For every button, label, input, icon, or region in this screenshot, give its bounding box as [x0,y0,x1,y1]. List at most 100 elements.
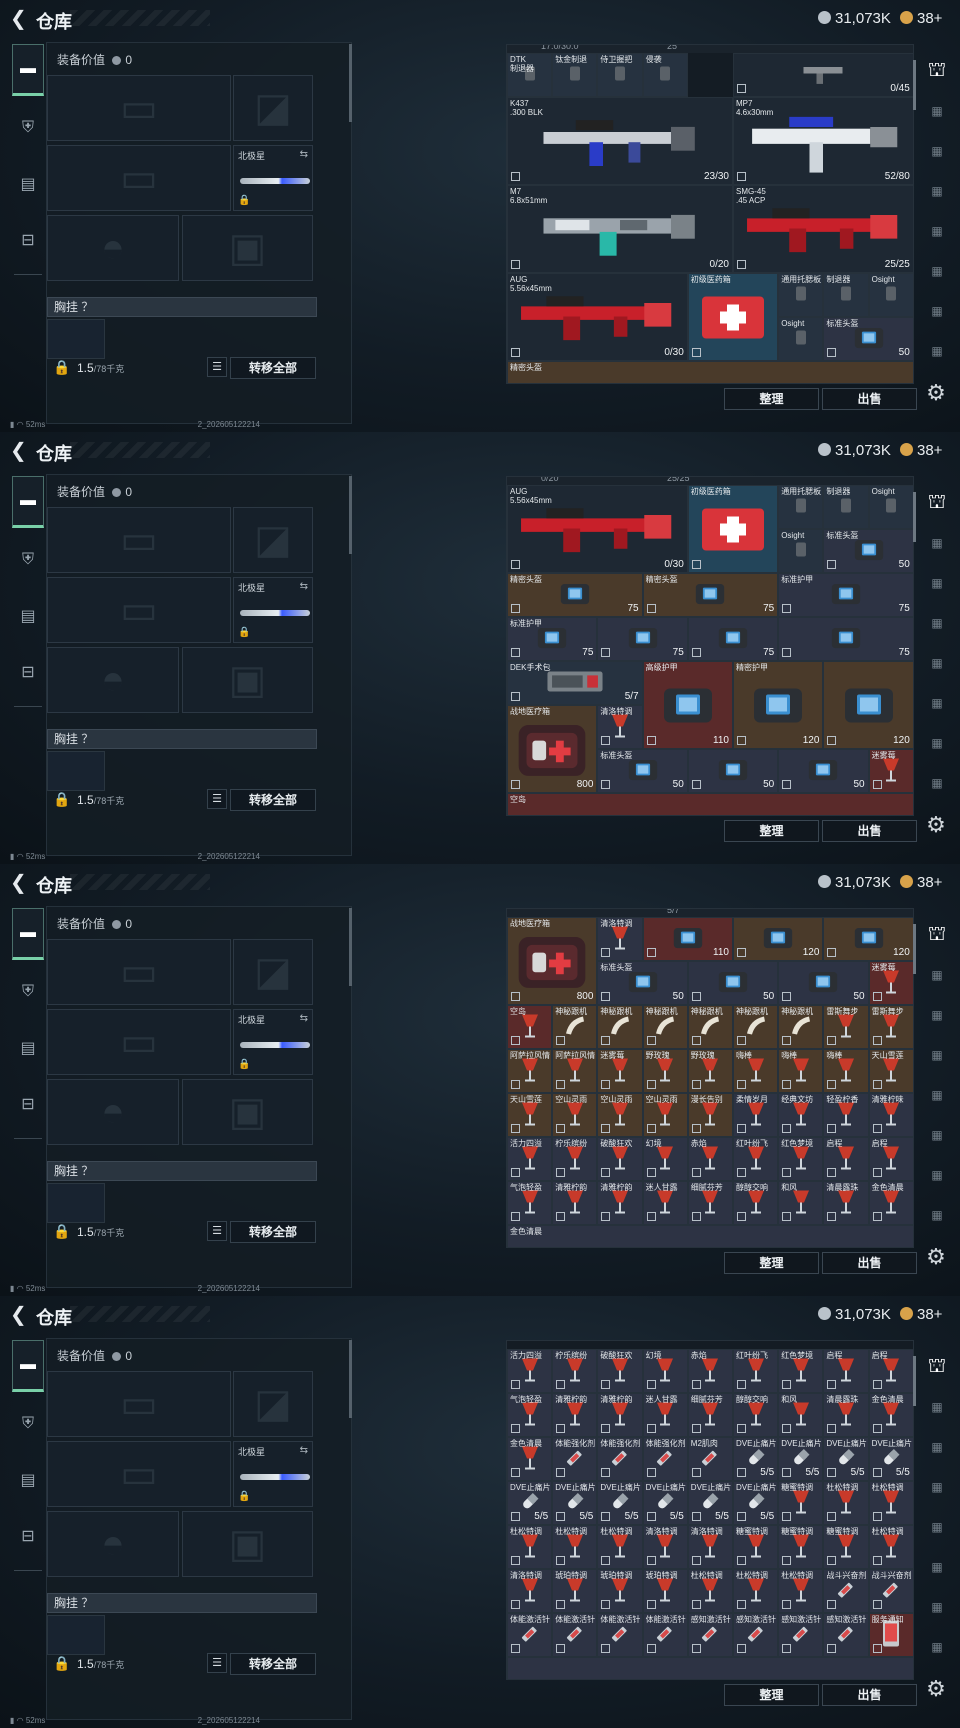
inventory-item[interactable]: 醇醇交响 [733,1393,779,1437]
inventory-item[interactable]: MP7 4.6x30mm 52/80 [733,97,913,185]
warehouse-scrollbar[interactable] [913,60,916,110]
move-all-button[interactable]: 转移全部 [230,357,316,379]
inventory-item[interactable]: 初级医药箱 [687,485,779,573]
inventory-item[interactable]: 活力四溢 [507,1137,553,1181]
inventory-item[interactable]: 标准头盔 50 [823,529,913,573]
inventory-item[interactable]: 120 [823,661,913,749]
chest-rig-header[interactable]: 胸挂 ？ [47,1161,317,1181]
chest-rig-header[interactable]: 胸挂 ？ [47,729,317,749]
tab-storage-3[interactable]: ▦ [921,606,953,640]
inventory-item[interactable]: 和风 [778,1393,824,1437]
inventory-item[interactable]: 琥珀特调 [642,1569,688,1613]
warehouse-scrollbar[interactable] [913,1356,916,1406]
inventory-item[interactable]: 杜松特调 [687,1569,733,1613]
inventory-item[interactable]: 杜松特调 [778,1569,824,1613]
inventory-item[interactable]: 野玫瑰 [687,1049,733,1093]
inventory-item[interactable]: 制退器 [823,485,869,529]
inventory-item[interactable]: 标准护甲 75 [507,617,598,661]
inventory-item[interactable]: 清雅柠味 [868,1093,913,1137]
inventory-item[interactable]: 75 [687,617,779,661]
inventory-item[interactable]: 红叶纷飞 [733,1137,779,1181]
inventory-item[interactable]: AUG 5.56x45mm 0/30 [507,485,688,573]
secondary-weapon-slot[interactable]: ▭ [47,1009,231,1075]
inventory-item[interactable]: 嗨棒 [778,1049,824,1093]
tab-storage-1[interactable]: ▦ [921,526,953,560]
inventory-item[interactable]: 75 [597,617,688,661]
helmet-slot[interactable]: ◓ [47,647,179,713]
inventory-item[interactable]: DVE止痛片 5/5 [733,1437,779,1481]
inventory-item[interactable]: 侍卫握把 [597,53,643,97]
melee-slot[interactable]: 北极星 ⇆ 🔒 [233,145,313,211]
tab-weapons[interactable]: ▬ [12,908,44,960]
warehouse-scrollbar[interactable] [913,924,916,974]
inventory-item[interactable]: 0/45 [733,53,913,97]
inventory-item[interactable]: 感知激活针 [733,1613,779,1657]
tab-storage-7[interactable]: ▦ [921,334,953,368]
inventory-item[interactable]: 琥珀特调 [597,1569,643,1613]
inventory-item[interactable]: DVE止痛片 5/5 [778,1437,824,1481]
tab-storage-2[interactable]: ▦ [921,566,953,600]
tab-storage-6[interactable]: ▦ [921,294,953,328]
inventory-item[interactable]: 50 [778,749,869,793]
inventory-item[interactable]: 清晨露珠 [823,1181,869,1225]
tab-storage-2[interactable]: ▦ [921,134,953,168]
tab-armor[interactable]: ⛨ [12,102,44,154]
inventory-item[interactable] [507,1657,913,1679]
chest-rig-header[interactable]: 胸挂 ？ [47,297,317,317]
inventory-item[interactable]: 清洛特调 [507,1569,553,1613]
back-arrow-icon[interactable]: ❮ [10,873,30,893]
swap-icon[interactable]: ⇆ [300,581,308,592]
inventory-item[interactable]: 空岛 [507,793,913,815]
inventory-item[interactable]: 神秘跟机 [687,1005,733,1049]
inventory-item[interactable]: 体能激活针 [552,1613,598,1657]
tab-storage-7[interactable]: ▦ [921,766,953,800]
inventory-item[interactable]: 高级护甲 110 [642,661,733,749]
inventory-item[interactable]: 清雅柠韵 [552,1393,598,1437]
inventory-item[interactable]: 清洛特调 [597,705,643,749]
tab-warehouse[interactable]: ⛫ [921,54,953,88]
inventory-item[interactable]: 体能强化剂 [552,1437,598,1481]
inventory-item[interactable]: 钛金制退 [552,53,598,97]
inventory-item[interactable]: 幻境 [642,1137,688,1181]
inventory-item[interactable]: 醇醇交响 [733,1181,779,1225]
inventory-item[interactable]: 阿萨拉风情 [552,1049,598,1093]
inventory-item[interactable]: 嗨棒 [823,1049,869,1093]
inventory-item[interactable]: 赤焰 [687,1349,733,1393]
move-all-button[interactable]: 转移全部 [230,789,316,811]
equipment-scrollbar[interactable] [349,476,352,554]
inventory-item[interactable]: 赤焰 [687,1137,733,1181]
inventory-item[interactable]: 清洛特调 [597,917,643,961]
inventory-item[interactable]: 标准护甲 75 [778,573,913,617]
inventory-item[interactable]: 感知激活针 [823,1613,869,1657]
inventory-item[interactable]: 神秘跟机 [642,1005,688,1049]
back-arrow-icon[interactable]: ❮ [10,441,30,461]
melee-slot[interactable]: 北极星 ⇆ 🔒 [233,1009,313,1075]
inventory-item[interactable]: 体能激活针 [642,1613,688,1657]
tab-storage-3[interactable]: ▦ [921,1470,953,1504]
inventory-item[interactable]: 杜松特调 [507,1525,553,1569]
inventory-item[interactable]: 杜松特调 [868,1525,913,1569]
inventory-item[interactable]: DVE止痛片 5/5 [507,1481,553,1525]
pistol-slot[interactable]: ◪ [233,75,313,141]
inventory-item[interactable]: Osight [868,273,913,317]
inventory-item[interactable]: 漫长告别 [687,1093,733,1137]
inventory-item[interactable]: 红叶纷飞 [733,1349,779,1393]
token-balance[interactable]: 38+ [900,442,942,459]
tab-storage-7[interactable]: ▦ [921,1198,953,1232]
list-view-button[interactable]: ☰ [207,357,227,377]
primary-weapon-slot[interactable]: ▭ [47,939,231,1005]
tab-armor[interactable]: ⛨ [12,966,44,1018]
sell-button[interactable]: 出售 [822,1684,917,1706]
tab-storage-4[interactable]: ▦ [921,1510,953,1544]
equipment-scrollbar[interactable] [349,908,352,986]
inventory-item[interactable]: 清雅柠韵 [597,1393,643,1437]
settings-gear-icon[interactable]: ⚙ [922,812,950,840]
token-balance[interactable]: 38+ [900,874,942,891]
move-all-button[interactable]: 转移全部 [230,1653,316,1675]
tab-toolbox[interactable]: ⊟ [12,646,44,698]
inventory-item[interactable]: DVE止痛片 5/5 [597,1481,643,1525]
list-view-button[interactable]: ☰ [207,1221,227,1241]
inventory-item[interactable]: Osight [778,317,824,361]
inventory-item[interactable]: K437 .300 BLK 23/30 [507,97,733,185]
inventory-item[interactable]: 体能强化剂 [642,1437,688,1481]
